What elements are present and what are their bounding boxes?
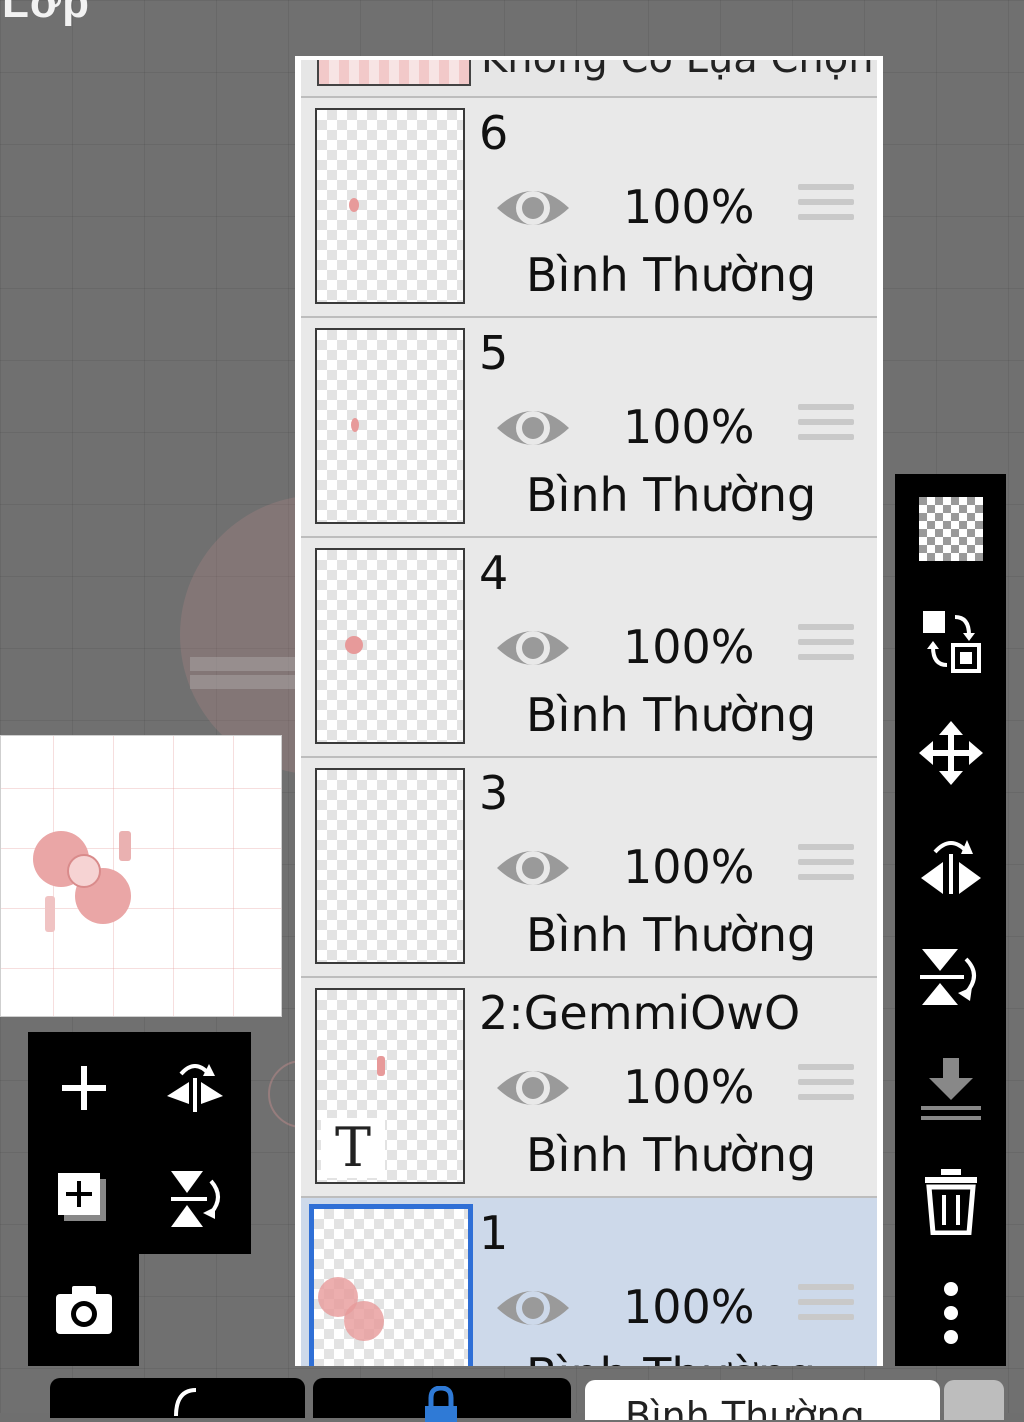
drag-handle-icon[interactable]	[798, 1064, 854, 1110]
more-options-button[interactable]	[895, 1258, 1006, 1368]
layer-thumbnail	[317, 60, 471, 86]
visibility-eye-icon[interactable]	[493, 180, 573, 236]
merge-down-icon	[920, 1058, 981, 1120]
add-layer-icon	[61, 1065, 106, 1110]
blend-mode-dropdown-button[interactable]	[944, 1380, 1004, 1420]
layer-row[interactable]: T 2:GemmiOwO 100% Bình Thường	[301, 978, 877, 1198]
layer-opacity[interactable]: 100%	[623, 620, 755, 674]
layer-opacity[interactable]: 100%	[623, 180, 755, 234]
add-layer-copy-icon	[57, 1172, 106, 1221]
visibility-eye-icon[interactable]	[493, 1280, 573, 1336]
swap-layers-icon	[922, 611, 981, 673]
layer-name: 4	[479, 546, 509, 600]
camera-icon	[55, 1285, 112, 1334]
layer-blend-mode: Bình Thường	[526, 248, 817, 302]
layer-name: 2:GemmiOwO	[479, 986, 801, 1040]
visibility-eye-icon[interactable]	[493, 620, 573, 676]
drag-handle-icon[interactable]	[798, 184, 854, 230]
flip-vertical-icon	[919, 949, 976, 1005]
layer-thumbnail	[315, 548, 465, 744]
flip-horizontal-icon	[920, 840, 981, 894]
merge-down-button[interactable]	[895, 1034, 1006, 1144]
flip-vertical-button[interactable]	[895, 922, 1006, 1032]
layer-thumbnail: T	[315, 988, 465, 1184]
layer-opacity[interactable]: 100%	[623, 1060, 755, 1114]
layer-blend-mode: Bình Thường	[526, 908, 817, 962]
flip-vertical-button[interactable]	[139, 1143, 250, 1254]
blend-mode-select[interactable]: Bình Thường	[585, 1380, 940, 1420]
layer-row-selected[interactable]: 1 100% Bình Thường	[301, 1198, 877, 1366]
visibility-eye-icon[interactable]	[493, 1060, 573, 1116]
layer-thumbnail	[315, 328, 465, 524]
drag-handle-icon[interactable]	[798, 404, 854, 450]
layer-opacity[interactable]: 100%	[623, 840, 755, 894]
layer-thumbnail	[315, 768, 465, 964]
right-toolbar	[895, 474, 1006, 1366]
left-toolbar	[28, 1032, 251, 1254]
alpha-lock-tab[interactable]	[313, 1378, 571, 1422]
swap-layers-button[interactable]	[895, 586, 1006, 696]
visibility-eye-icon[interactable]	[493, 400, 573, 456]
layer-name: 1	[479, 1206, 509, 1260]
canvas-preview[interactable]	[0, 735, 282, 1017]
trash-icon	[924, 1169, 977, 1235]
lock-icon	[425, 1386, 457, 1422]
layer-list[interactable]: Không Có Lựa Chọn 6 100% Bình Thường 5 1…	[295, 56, 883, 1366]
more-options-icon	[943, 1282, 958, 1344]
layer-partial-label: Không Có Lựa Chọn	[481, 60, 874, 82]
flip-vertical-icon	[170, 1170, 220, 1227]
camera-button[interactable]	[28, 1254, 139, 1365]
transparency-checker-icon	[918, 497, 983, 561]
layer-thumbnail	[315, 108, 465, 304]
flip-horizontal-icon	[166, 1063, 223, 1112]
move-button[interactable]	[895, 698, 1006, 808]
visibility-eye-icon[interactable]	[493, 840, 573, 896]
text-layer-icon: T	[321, 1118, 385, 1178]
add-layer-button[interactable]	[28, 1032, 139, 1143]
layer-row[interactable]: 5 100% Bình Thường	[301, 318, 877, 538]
layer-blend-mode: Bình Thường	[526, 1348, 816, 1366]
panel-title: Lớp	[2, 0, 91, 27]
transparency-button[interactable]	[895, 474, 1006, 584]
layer-blend-mode: Bình Thường	[526, 1128, 817, 1182]
add-layer-copy-button[interactable]	[28, 1143, 139, 1254]
left-toolbar-bottom	[28, 1254, 139, 1366]
layer-row[interactable]: 4 100% Bình Thường	[301, 538, 877, 758]
drag-handle-icon[interactable]	[798, 624, 854, 670]
layer-row[interactable]: 3 100% Bình Thường	[301, 758, 877, 978]
layer-thumbnail	[309, 1204, 473, 1366]
drag-handle-icon[interactable]	[798, 844, 854, 890]
layer-row[interactable]: 6 100% Bình Thường	[301, 98, 877, 318]
clipping-tab[interactable]	[50, 1378, 305, 1418]
layer-name: 5	[479, 326, 509, 380]
layer-row-partial[interactable]: Không Có Lựa Chọn	[301, 60, 877, 98]
layer-opacity[interactable]: 100%	[623, 400, 755, 454]
delete-layer-button[interactable]	[895, 1146, 1006, 1256]
layer-name: 6	[479, 106, 509, 160]
layer-opacity[interactable]: 100%	[623, 1280, 755, 1334]
layer-name: 3	[479, 766, 509, 820]
move-icon	[918, 721, 983, 785]
drag-handle-icon[interactable]	[798, 1284, 854, 1330]
blend-mode-select-value: Bình Thường	[625, 1394, 865, 1420]
flip-horizontal-button[interactable]	[895, 810, 1006, 920]
flip-horizontal-button[interactable]	[139, 1032, 250, 1143]
layer-blend-mode: Bình Thường	[526, 468, 817, 522]
clipping-icon	[174, 1388, 197, 1417]
layer-blend-mode: Bình Thường	[526, 688, 817, 742]
